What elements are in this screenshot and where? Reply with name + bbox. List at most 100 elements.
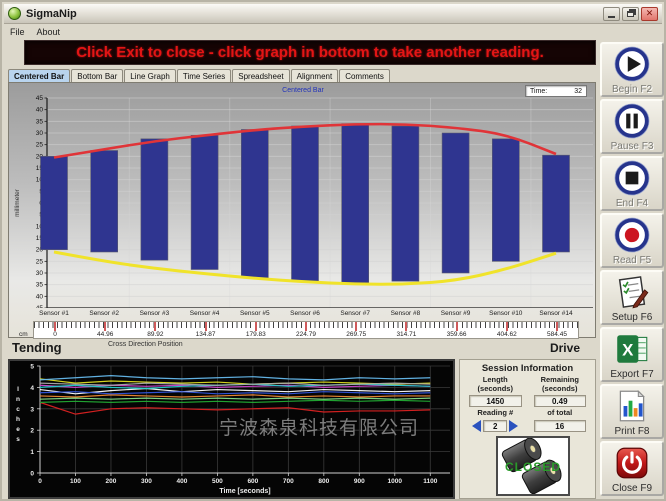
restore-button[interactable]: [622, 7, 639, 21]
nip-status-image[interactable]: CLOSED: [496, 436, 570, 496]
close-app-button[interactable]: Close F9: [600, 441, 664, 496]
end-button[interactable]: End F4: [600, 156, 664, 211]
svg-text:45: 45: [36, 305, 44, 308]
tab-comments[interactable]: Comments: [339, 69, 390, 82]
tab-line-graph[interactable]: Line Graph: [124, 69, 176, 82]
tab-alignment[interactable]: Alignment: [291, 69, 339, 82]
centered-bar-plot: 45403530252015105051015202530354045Cente…: [9, 83, 597, 308]
tab-time-series[interactable]: Time Series: [177, 69, 231, 82]
svg-text:4: 4: [30, 385, 34, 392]
sensor-label: Sensor #7: [330, 310, 380, 317]
remaining-value: 0.49: [534, 395, 587, 407]
tab-bottom-bar[interactable]: Bottom Bar: [71, 69, 123, 82]
minimize-button[interactable]: [603, 7, 620, 21]
sensor-label: Sensor #5: [230, 310, 280, 317]
reading-spinner: 2: [465, 420, 526, 432]
reading-next-button[interactable]: [509, 420, 518, 432]
reading-prev-button[interactable]: [472, 420, 481, 432]
svg-text:200: 200: [106, 478, 117, 485]
sensor-label: Sensor #6: [280, 310, 330, 317]
centered-bar-chart[interactable]: 45403530252015105051015202530354045Cente…: [8, 82, 596, 338]
svg-text:1: 1: [30, 449, 34, 456]
menu-file[interactable]: File: [10, 27, 25, 37]
svg-text:30: 30: [36, 270, 44, 277]
sensor-label: Sensor #9: [431, 310, 481, 317]
minimize-icon: [608, 16, 615, 18]
sensor-label: Sensor #1: [29, 310, 79, 317]
nip-status-text: CLOSED: [498, 460, 568, 474]
play-icon: [613, 45, 651, 83]
footer-strip: Tending Cross Direction Position Drive: [8, 338, 596, 359]
svg-text:5: 5: [30, 364, 34, 371]
svg-text:100: 100: [70, 478, 81, 485]
window-controls: ✕: [603, 7, 658, 21]
sensor-label: Sensor #2: [79, 310, 129, 317]
pause-button[interactable]: Pause F3: [600, 99, 664, 154]
tending-label: Tending: [12, 340, 62, 355]
svg-text:1100: 1100: [423, 478, 437, 485]
tending-time-chart[interactable]: 012345Inches0100200300400500600700800900…: [8, 359, 455, 499]
svg-text:X: X: [622, 340, 634, 359]
svg-text:n: n: [16, 396, 20, 403]
ruler-position-value: 224.79: [284, 331, 328, 338]
begin-button[interactable]: Begin F2: [600, 42, 664, 97]
remaining-label: Remaining (seconds): [530, 376, 591, 393]
sensor-label: Sensor #14: [531, 310, 581, 317]
bar-chart-icon: [613, 387, 651, 425]
svg-text:e: e: [16, 426, 20, 433]
svg-text:45: 45: [36, 95, 44, 102]
time-value: 32: [574, 88, 582, 95]
setup-button[interactable]: Setup F6: [600, 270, 664, 325]
session-title: Session Information: [460, 363, 595, 374]
svg-text:300: 300: [141, 478, 152, 485]
excel-icon: X: [613, 330, 651, 368]
sensor-label: Sensor #10: [481, 310, 531, 317]
svg-text:0: 0: [30, 471, 34, 478]
export-button[interactable]: X Export F7: [600, 327, 664, 382]
length-value: 1450: [469, 395, 522, 407]
tab-spreadsheet[interactable]: Spreadsheet: [232, 69, 289, 82]
menu-bar: File About: [4, 25, 662, 38]
app-window: SigmaNip ✕ File About Click Exit to clos…: [0, 0, 666, 501]
total-label: of total: [530, 409, 591, 418]
svg-text:600: 600: [247, 478, 258, 485]
close-window-button[interactable]: ✕: [641, 7, 658, 21]
svg-text:1000: 1000: [388, 478, 403, 485]
banner-text: Click Exit to close - click graph in bot…: [76, 44, 544, 61]
cross-direction-label: Cross Direction Position: [108, 341, 183, 348]
ruler-position-value: 584.45: [535, 331, 579, 338]
svg-text:s: s: [16, 436, 20, 443]
svg-text:2: 2: [30, 428, 34, 435]
svg-text:3: 3: [30, 406, 34, 413]
ruler-position-value: 269.75: [334, 331, 378, 338]
restore-icon: [627, 11, 634, 17]
menu-about[interactable]: About: [37, 27, 61, 37]
svg-text:Centered Bar: Centered Bar: [282, 87, 324, 94]
svg-text:25: 25: [36, 142, 44, 149]
session-info-panel: Session Information Length (seconds) Rem…: [459, 359, 596, 499]
svg-text:700: 700: [283, 478, 294, 485]
power-icon: [613, 444, 651, 482]
tab-centered-bar[interactable]: Centered Bar: [8, 69, 70, 82]
window-title: SigmaNip: [26, 8, 603, 20]
svg-text:500: 500: [212, 478, 223, 485]
reading-label: Reading #: [465, 409, 526, 418]
read-button[interactable]: Read F5: [600, 213, 664, 268]
sensor-label: Sensor #8: [380, 310, 430, 317]
svg-text:0: 0: [38, 478, 42, 485]
ruler-position-value: 0: [33, 331, 77, 338]
ruler-position-value: 404.62: [485, 331, 529, 338]
line-lightgreen: [40, 398, 430, 399]
svg-text:35: 35: [36, 118, 44, 125]
line-green: [40, 400, 430, 402]
tab-strip: Centered BarBottom BarLine GraphTime Ser…: [8, 68, 391, 82]
svg-text:800: 800: [318, 478, 329, 485]
print-button[interactable]: Print F8: [600, 384, 664, 439]
ruler-position-value: 359.66: [435, 331, 479, 338]
time-box: Time: 32: [525, 85, 587, 97]
ruler-position-value: 314.71: [384, 331, 428, 338]
stop-icon: [613, 159, 651, 197]
svg-text:Time [seconds]: Time [seconds]: [219, 488, 270, 495]
svg-text:25: 25: [36, 258, 44, 265]
pause-icon: [613, 102, 651, 140]
